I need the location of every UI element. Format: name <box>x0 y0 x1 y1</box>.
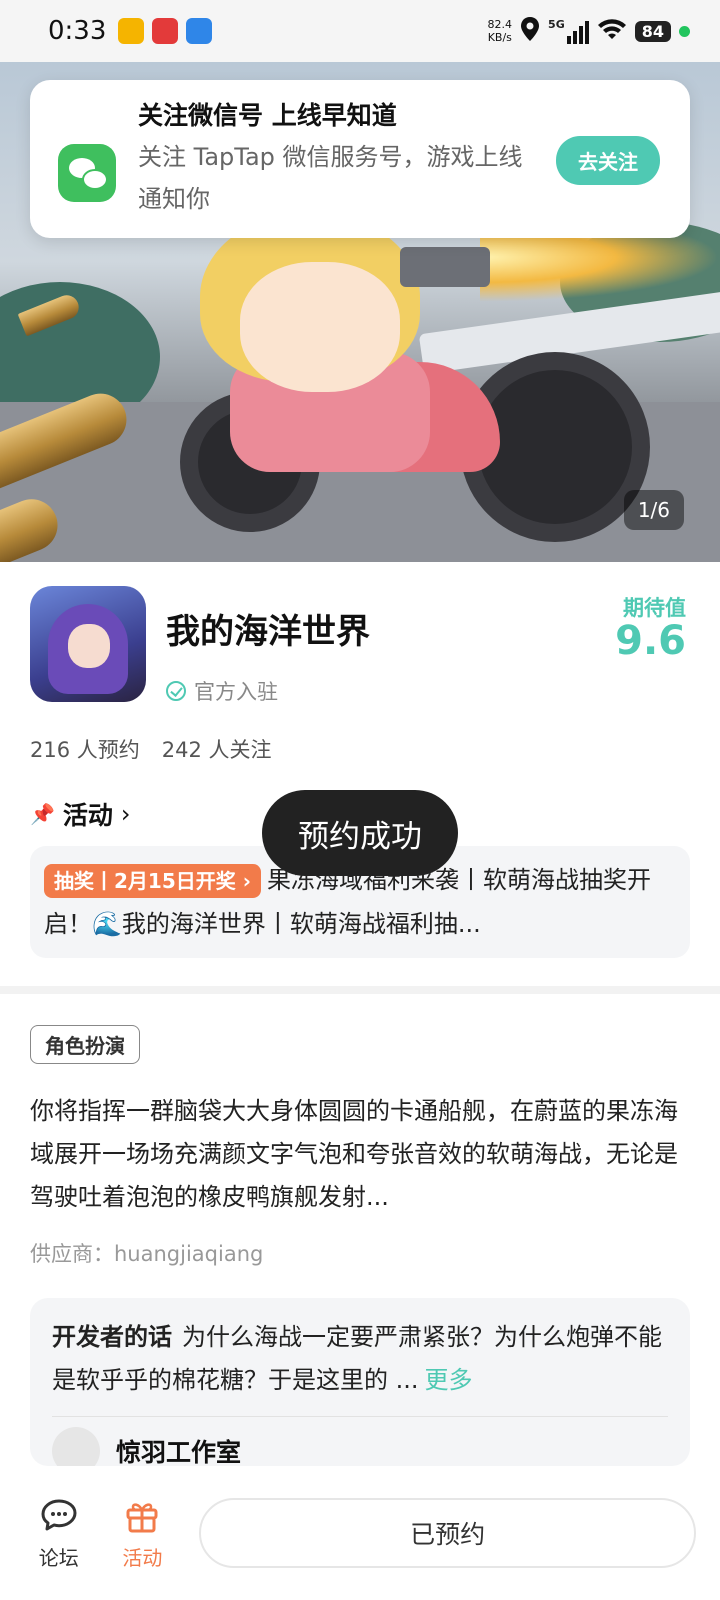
reserved-button[interactable]: 已预约 <box>199 1498 696 1568</box>
verified-check-icon <box>166 681 186 701</box>
status-indicators: 82.4 KB/s 5G 84 <box>488 17 690 45</box>
privacy-dot-icon <box>679 25 690 37</box>
banner-description: 关注 TapTap 微信服务号，游戏上线通知你 <box>138 143 523 213</box>
reservation-count: 216 人预约 <box>30 738 140 762</box>
carousel-page-indicator: 1/6 <box>623 490 684 530</box>
genre-tag[interactable]: 角色扮演 <box>30 1025 140 1064</box>
section-divider <box>0 986 720 994</box>
game-title: 我的海洋世界 <box>166 612 370 652</box>
card-divider <box>52 1416 668 1417</box>
official-badge: 官方入驻 <box>166 676 278 706</box>
activity-header-label: 活动 <box>62 801 113 830</box>
network-speed-unit: KB/s <box>487 31 512 44</box>
network-speed-value: 82.4 <box>487 18 513 31</box>
developer-note-label: 开发者的话 <box>52 1323 172 1351</box>
notification-app-icon-1 <box>118 18 145 44</box>
stats-row: 216 人预约 242 人关注 <box>30 734 272 764</box>
battery-indicator: 84 <box>634 20 671 42</box>
pin-icon: 📌 <box>30 802 55 826</box>
official-label: 官方入驻 <box>194 680 278 704</box>
forum-tab[interactable]: 论坛 <box>24 1496 94 1571</box>
banner-text: 关注微信号 上线早知道 关注 TapTap 微信服务号，游戏上线通知你 <box>138 98 528 220</box>
follower-count: 242 人关注 <box>161 738 272 762</box>
developer-note: 开发者的话 为什么海战一定要严肃紧张？为什么炮弹不能是软乎乎的棉花糖？于是这里的 … <box>52 1316 668 1402</box>
game-app-icon <box>30 586 146 702</box>
pistol-decoration <box>400 247 490 287</box>
more-link[interactable]: 更多 <box>425 1366 473 1394</box>
wifi-icon <box>597 17 627 45</box>
signal-icon: 5G <box>548 18 589 44</box>
toast-message: 预约成功 <box>262 790 458 876</box>
follow-button[interactable]: 去关注 <box>556 136 660 185</box>
supplier-info: 供应商：huangjiaqiang <box>30 1242 264 1266</box>
bottom-action-bar: 论坛 活动 已预约 <box>0 1466 720 1600</box>
developer-note-card[interactable]: 开发者的话 为什么海战一定要严肃紧张？为什么炮弹不能是软乎乎的棉花糖？于是这里的 … <box>30 1298 690 1466</box>
wechat-icon <box>58 144 116 202</box>
location-icon <box>520 17 540 45</box>
activity-tab[interactable]: 活动 <box>108 1496 178 1571</box>
gift-icon <box>122 1496 162 1536</box>
icon-character-face <box>68 624 110 668</box>
forum-chat-icon <box>39 1496 79 1536</box>
status-time: 0:33 <box>48 16 107 46</box>
studio-avatar <box>52 1427 100 1466</box>
chevron-right-icon: › <box>120 800 131 828</box>
expectation-score: 9.6 <box>615 618 686 664</box>
network-type: 5G <box>548 18 565 31</box>
status-bar: 0:33 82.4 KB/s 5G 84 <box>0 0 720 62</box>
lottery-tag-label: 抽奖丨2月15日开奖 <box>54 869 236 893</box>
notification-app-icon-3 <box>186 18 213 44</box>
chevron-right-icon: › <box>242 869 251 893</box>
forum-tab-label: 论坛 <box>38 1545 79 1570</box>
activity-tab-label: 活动 <box>122 1545 163 1570</box>
notification-app-icon-2 <box>152 18 179 44</box>
banner-title: 关注微信号 上线早知道 <box>138 101 397 130</box>
game-description[interactable]: 你将指挥一群脑袋大大身体圆圆的卡通船舰，在蔚蓝的果冻海域展开一场场充满颜文字气泡… <box>30 1090 694 1219</box>
wechat-follow-banner[interactable]: 关注微信号 上线早知道 关注 TapTap 微信服务号，游戏上线通知你 去关注 <box>30 80 690 238</box>
studio-name: 惊羽工作室 <box>116 1438 242 1466</box>
studio-row[interactable]: 惊羽工作室 <box>52 1427 668 1466</box>
lottery-tag: 抽奖丨2月15日开奖 › <box>44 864 261 898</box>
network-speed: 82.4 KB/s <box>488 18 513 44</box>
character-face-decoration <box>240 262 400 392</box>
activity-section-header[interactable]: 📌 活动 › <box>30 796 131 832</box>
